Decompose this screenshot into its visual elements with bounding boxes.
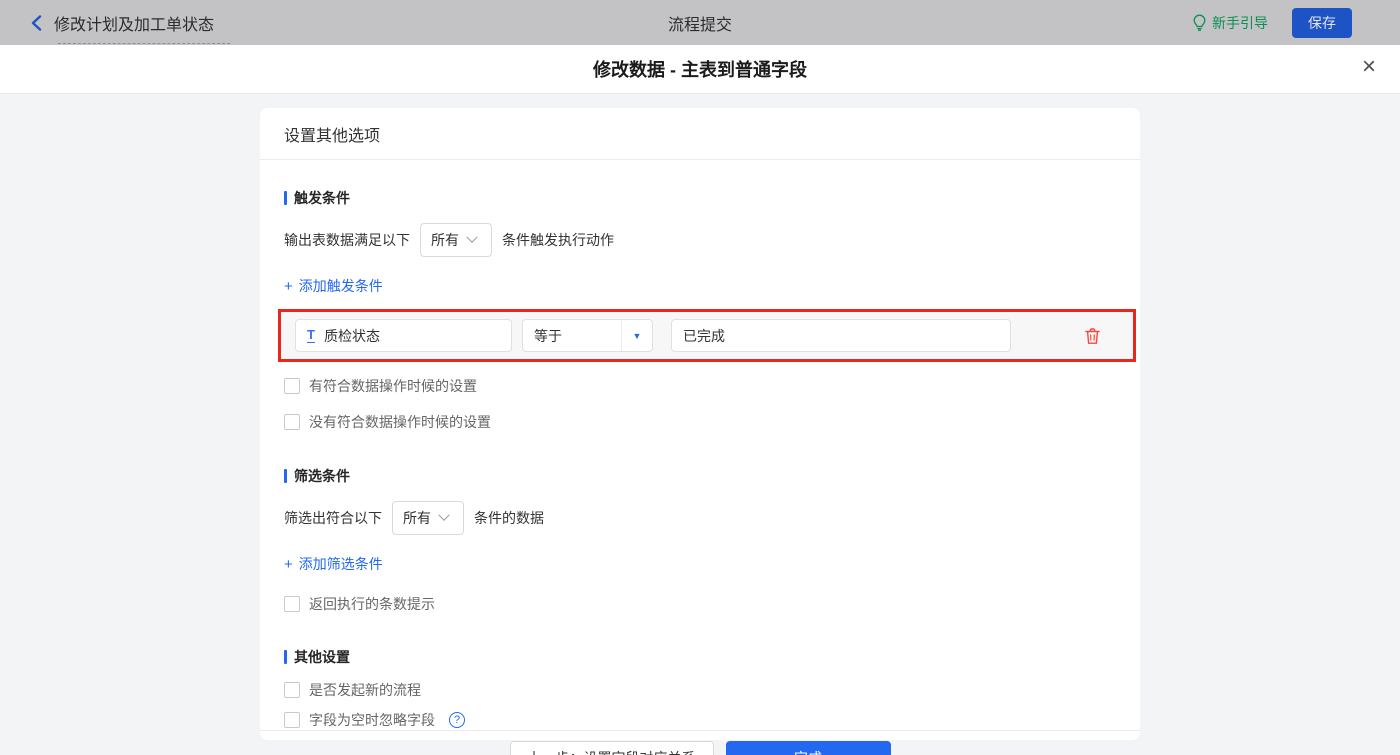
card-footer: 上一步：设置字段对应关系 完成 [260, 730, 1140, 755]
lightbulb-icon [1193, 14, 1206, 31]
close-icon[interactable]: × [1362, 55, 1376, 79]
trash-icon [1085, 327, 1100, 344]
plus-icon: + [284, 555, 293, 573]
chevron-down-icon [438, 509, 450, 521]
trigger-sentence-prefix: 输出表数据满足以下 [284, 232, 410, 248]
other-section-title: 其他设置 [284, 647, 1116, 667]
done-button[interactable]: 完成 [725, 740, 891, 755]
modal-title: 修改数据 - 主表到普通字段 [593, 60, 807, 80]
flow-submit-title: 流程提交 [667, 16, 732, 34]
options-card: 设置其他选项 触发条件 输出表数据满足以下 所有 条件触发执行动作 + 添加触发… [260, 108, 1140, 755]
section-marker [284, 650, 287, 664]
trigger-match-mode-select[interactable]: 所有 [420, 223, 492, 257]
section-marker [284, 469, 287, 483]
filter-sentence-suffix: 条件的数据 [474, 510, 544, 526]
beginner-guide-link[interactable]: 新手引导 [1192, 13, 1268, 33]
trigger-section-title: 触发条件 [284, 188, 1116, 208]
checkbox-new-flow[interactable] [284, 682, 300, 698]
trigger-condition-row annotation-highlight: T 质检状态 等于 ▼ 已完成 [278, 309, 1136, 362]
help-icon[interactable]: ? [449, 712, 465, 728]
checkbox-match-label: 有符合数据操作时候的设置 [309, 378, 477, 394]
save-button[interactable]: 保存 [1292, 7, 1352, 38]
card-content: 触发条件 输出表数据满足以下 所有 条件触发执行动作 + 添加触发条件 T 质检… [260, 160, 1140, 730]
checkbox-row-new-flow: 是否发起新的流程 [284, 680, 1116, 700]
checkbox-row-ignore-empty: 字段为空时忽略字段 ? [284, 710, 1116, 730]
checkbox-no-match[interactable] [284, 414, 300, 430]
filter-sentence-prefix: 筛选出符合以下 [284, 510, 382, 526]
checkbox-row-count-hint: 返回执行的条数提示 [284, 594, 1116, 614]
title-dashed-underline [58, 43, 230, 44]
beginner-guide-label: 新手引导 [1212, 14, 1268, 31]
trigger-sentence: 输出表数据满足以下 所有 条件触发执行动作 [284, 223, 1116, 257]
delete-condition-button[interactable] [1084, 327, 1101, 345]
dropdown-arrow-icon: ▼ [632, 330, 642, 341]
card-header: 设置其他选项 [260, 108, 1140, 160]
plus-icon: + [284, 277, 293, 295]
checkbox-no-match-label: 没有符合数据操作时候的设置 [309, 414, 491, 430]
condition-field-select[interactable]: T 质检状态 [295, 319, 512, 352]
add-trigger-condition-link[interactable]: + 添加触发条件 [284, 276, 383, 296]
filter-section-title: 筛选条件 [284, 466, 1116, 486]
checkbox-row-no-match: 没有符合数据操作时候的设置 [284, 412, 1116, 432]
top-bar: 修改计划及加工单状态 流程提交 新手引导 保存 [0, 0, 1400, 45]
filter-sentence: 筛选出符合以下 所有 条件的数据 [284, 501, 1116, 535]
chevron-down-icon [466, 231, 478, 243]
checkbox-ignore-empty[interactable] [284, 712, 300, 728]
filter-match-mode-select[interactable]: 所有 [392, 501, 464, 535]
text-field-type-icon: T [307, 327, 315, 343]
checkbox-count-hint[interactable] [284, 596, 300, 612]
condition-operator-select[interactable]: 等于 ▼ [522, 319, 653, 352]
checkbox-new-flow-label: 是否发起新的流程 [309, 682, 421, 698]
add-filter-condition-link[interactable]: + 添加筛选条件 [284, 554, 383, 574]
checkbox-count-hint-label: 返回执行的条数提示 [309, 596, 435, 612]
modal-body: 设置其他选项 触发条件 输出表数据满足以下 所有 条件触发执行动作 + 添加触发… [0, 94, 1400, 755]
modal-header: 修改数据 - 主表到普通字段 × [0, 45, 1400, 94]
condition-field-value: 质检状态 [323, 327, 380, 344]
checkbox-ignore-empty-label: 字段为空时忽略字段 [309, 712, 435, 728]
checkbox-match[interactable] [284, 378, 300, 394]
trigger-sentence-suffix: 条件触发执行动作 [502, 232, 614, 248]
checkbox-row-match: 有符合数据操作时候的设置 [284, 376, 1116, 396]
previous-step-button[interactable]: 上一步：设置字段对应关系 [509, 740, 714, 755]
condition-value-input[interactable]: 已完成 [671, 319, 1011, 352]
section-marker [284, 191, 287, 205]
